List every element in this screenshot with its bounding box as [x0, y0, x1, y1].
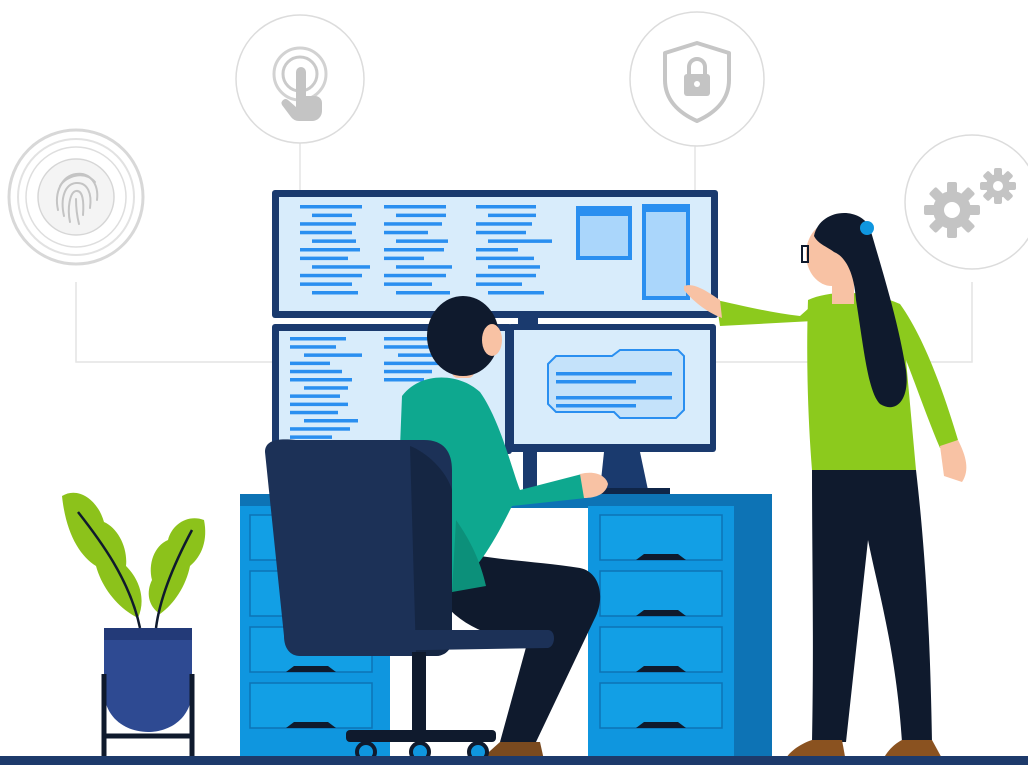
code-line-bar	[396, 239, 448, 243]
chip-data-bar	[556, 396, 672, 400]
code-line-bar	[290, 361, 330, 366]
code-line-bar	[300, 282, 352, 286]
code-line-bar	[488, 213, 536, 218]
code-line-bar	[396, 213, 446, 218]
desk-drawer	[599, 514, 723, 561]
chip-data-bar	[556, 372, 672, 376]
code-line-bar	[384, 222, 442, 226]
code-line-bar	[300, 256, 348, 261]
security-operations-illustration	[0, 11, 1028, 765]
drawer-handle	[286, 666, 336, 672]
drawer-handle	[286, 722, 336, 728]
chip-data-bar	[556, 380, 636, 384]
code-line-bar	[290, 435, 332, 439]
drawer-handle	[636, 666, 686, 672]
code-line-bar	[290, 378, 352, 382]
code-line-bar	[312, 291, 358, 295]
top-wide-code-monitor	[272, 190, 718, 328]
code-line-bar	[488, 291, 544, 295]
code-line-bar	[384, 378, 424, 382]
code-line-bar	[312, 265, 370, 269]
code-line-bar	[476, 230, 526, 235]
code-line-bar	[476, 205, 536, 209]
drawer-handle	[636, 722, 686, 728]
code-line-bar	[384, 256, 424, 261]
drawer-handle	[636, 554, 686, 560]
code-line-bar	[290, 410, 338, 415]
drawer-handle	[636, 610, 686, 616]
code-line-bar	[312, 239, 356, 243]
code-line-bar	[300, 248, 360, 252]
desk-drawer	[599, 570, 723, 617]
code-line-bar	[476, 256, 534, 261]
code-line-bar	[384, 282, 432, 286]
code-line-bar	[304, 419, 358, 423]
code-line-bar	[488, 265, 540, 269]
code-line-bar	[290, 394, 340, 398]
tap-hand-icon	[235, 14, 365, 144]
floor-line	[0, 756, 1028, 765]
code-line-bar	[384, 205, 446, 209]
code-line-bar	[300, 222, 356, 226]
code-line-bar	[290, 337, 346, 341]
shield-lock-icon	[629, 11, 765, 147]
code-line-bar	[476, 273, 536, 278]
code-line-bar	[300, 230, 352, 235]
code-line-bar	[384, 361, 440, 366]
code-line-bar	[396, 265, 452, 269]
code-line-bar	[384, 248, 444, 252]
code-line-bar	[304, 386, 348, 390]
code-line-bar	[384, 273, 446, 278]
code-line-bar	[488, 239, 552, 243]
code-line-bar	[300, 273, 362, 278]
code-line-bar	[290, 402, 348, 407]
gears-icon	[904, 134, 1028, 270]
potted-plant	[62, 492, 206, 765]
right-chip-monitor	[508, 324, 716, 494]
code-line-bar	[396, 291, 450, 295]
desk-drawer	[249, 682, 373, 729]
code-line-bar	[300, 205, 362, 209]
desk-drawer	[599, 626, 723, 673]
desk-drawer	[599, 682, 723, 729]
code-line-bar	[304, 353, 362, 357]
code-line-bar	[384, 230, 428, 235]
code-line-bar	[476, 248, 518, 252]
fingerprint-icon	[7, 128, 145, 266]
chip-data-bar	[556, 404, 636, 408]
code-line-bar	[290, 427, 350, 431]
code-line-bar	[384, 369, 432, 374]
code-line-bar	[290, 345, 336, 349]
code-line-bar	[476, 282, 522, 286]
code-line-bar	[312, 213, 352, 218]
code-line-bar	[476, 222, 532, 226]
code-line-bar	[290, 369, 342, 374]
